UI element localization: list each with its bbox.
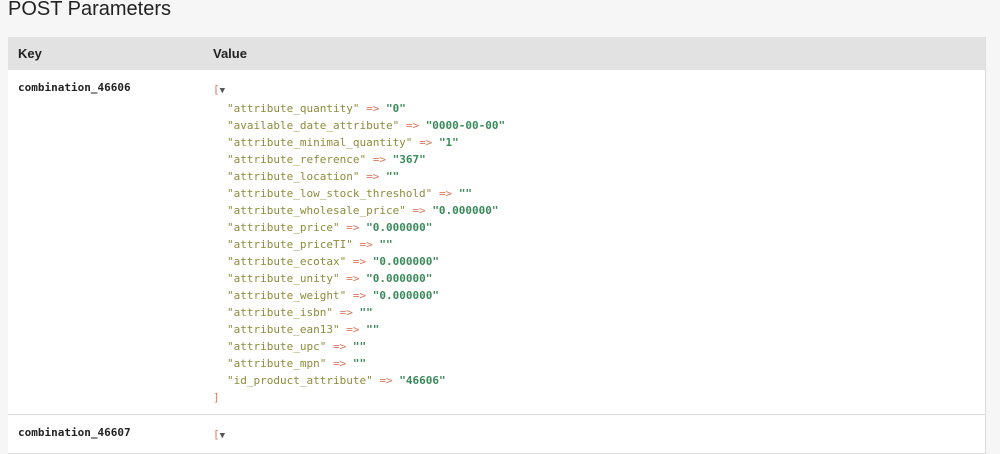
arrow-operator: => <box>379 374 393 387</box>
param-key: combination_46607 <box>18 426 131 439</box>
entry-value: "0.000000" <box>366 221 433 234</box>
arrow-operator: => <box>346 323 360 336</box>
entry-key: "attribute_weight" <box>227 289 347 302</box>
arrow-operator: => <box>366 102 380 115</box>
post-parameters-table: Key Value combination_46606 [▼ "attribut… <box>8 37 986 454</box>
entry-key: "attribute_quantity" <box>227 102 360 115</box>
arrow-operator: => <box>412 204 426 217</box>
entry-key: "attribute_price" <box>227 221 340 234</box>
entry-key: "attribute_minimal_quantity" <box>227 136 413 149</box>
array-entry: "attribute_unity" => "0.000000" <box>213 270 505 287</box>
entry-value: "1" <box>438 136 459 149</box>
entry-key: "attribute_reference" <box>227 153 367 166</box>
arrow-operator: => <box>346 221 360 234</box>
entry-key: "attribute_priceTI" <box>227 238 353 251</box>
entry-key: "available_date_attribute" <box>227 119 400 132</box>
page-title: POST Parameters <box>8 0 172 20</box>
entry-key: "id_product_attribute" <box>227 374 373 387</box>
array-entry: "attribute_low_stock_threshold" => "" <box>213 185 505 202</box>
param-value: [▼ "attribute_quantity" => "0" "available… <box>213 70 505 414</box>
open-bracket: [ <box>213 428 220 441</box>
entry-key: "attribute_ecotax" <box>227 255 347 268</box>
array-entry: "attribute_mpn" => "" <box>213 355 505 372</box>
collapse-toggle-icon[interactable]: ▼ <box>220 431 225 441</box>
array-entry: "id_product_attribute" => "46606" <box>213 372 505 389</box>
column-header-value: Value <box>213 46 247 61</box>
entry-value: "0.000000" <box>432 204 499 217</box>
arrow-operator: => <box>332 340 347 353</box>
array-entry: "attribute_minimal_quantity" => "1" <box>213 134 505 151</box>
entry-value: "46606" <box>399 374 446 387</box>
entry-key: "attribute_upc" <box>227 340 327 353</box>
entry-key: "attribute_wholesale_price" <box>227 204 406 217</box>
array-entry: "attribute_weight" => "0.000000" <box>213 287 505 304</box>
table-header: Key Value <box>8 37 985 70</box>
array-entry: "available_date_attribute" => "0000-00-0… <box>213 117 505 134</box>
array-entry: "attribute_reference" => "367" <box>213 151 505 168</box>
entry-value: "0.000000" <box>366 272 433 285</box>
table-row: combination_46606 [▼ "attribute_quantity… <box>8 70 985 415</box>
entry-value: "" <box>359 306 373 319</box>
array-entry: "attribute_price" => "0.000000" <box>213 219 505 236</box>
entry-value: "0.000000" <box>372 289 439 302</box>
array-entry: "attribute_ecotax" => "0.000000" <box>213 253 505 270</box>
entry-key: "attribute_low_stock_threshold" <box>227 187 433 200</box>
entry-value: "" <box>458 187 473 200</box>
entry-key: "attribute_unity" <box>227 272 340 285</box>
entry-key: "attribute_location" <box>227 170 360 183</box>
arrow-operator: => <box>438 187 453 200</box>
arrow-operator: => <box>366 170 380 183</box>
arrow-operator: => <box>419 136 433 149</box>
arrow-operator: => <box>372 153 386 166</box>
array-entry: "attribute_isbn" => "" <box>213 304 505 321</box>
array-entry: "attribute_quantity" => "0" <box>213 100 505 117</box>
array-entry: "attribute_upc" => "" <box>213 338 505 355</box>
array-entry: "attribute_location" => "" <box>213 168 505 185</box>
entry-value: "" <box>366 323 380 336</box>
entry-key: "attribute_isbn" <box>227 306 333 319</box>
entry-value: "" <box>379 238 393 251</box>
column-header-key: Key <box>18 46 42 61</box>
param-value: [▼ <box>213 415 225 453</box>
array-entry: "attribute_wholesale_price" => "0.000000… <box>213 202 505 219</box>
arrow-operator: => <box>359 238 373 251</box>
entry-value: "0000-00-00" <box>425 119 506 132</box>
arrow-operator: => <box>332 357 347 370</box>
open-bracket: [ <box>213 83 220 96</box>
entry-value: "367" <box>392 153 426 166</box>
arrow-operator: => <box>339 306 353 319</box>
entry-key: "attribute_ean13" <box>227 323 340 336</box>
entry-value: "" <box>385 170 400 183</box>
arrow-operator: => <box>405 119 420 132</box>
close-bracket: ] <box>213 391 220 404</box>
entry-key: "attribute_mpn" <box>227 357 327 370</box>
array-entry: "attribute_ean13" => "" <box>213 321 505 338</box>
entry-value: "0.000000" <box>372 255 439 268</box>
table-row: combination_46607 [▼ <box>8 415 985 454</box>
arrow-operator: => <box>352 289 367 302</box>
arrow-operator: => <box>346 272 360 285</box>
entry-value: "" <box>352 357 367 370</box>
collapse-toggle-icon[interactable]: ▼ <box>220 86 225 96</box>
entry-value: "0" <box>385 102 406 115</box>
param-key: combination_46606 <box>18 81 131 94</box>
entry-value: "" <box>352 340 367 353</box>
arrow-operator: => <box>352 255 367 268</box>
array-entry: "attribute_priceTI" => "" <box>213 236 505 253</box>
